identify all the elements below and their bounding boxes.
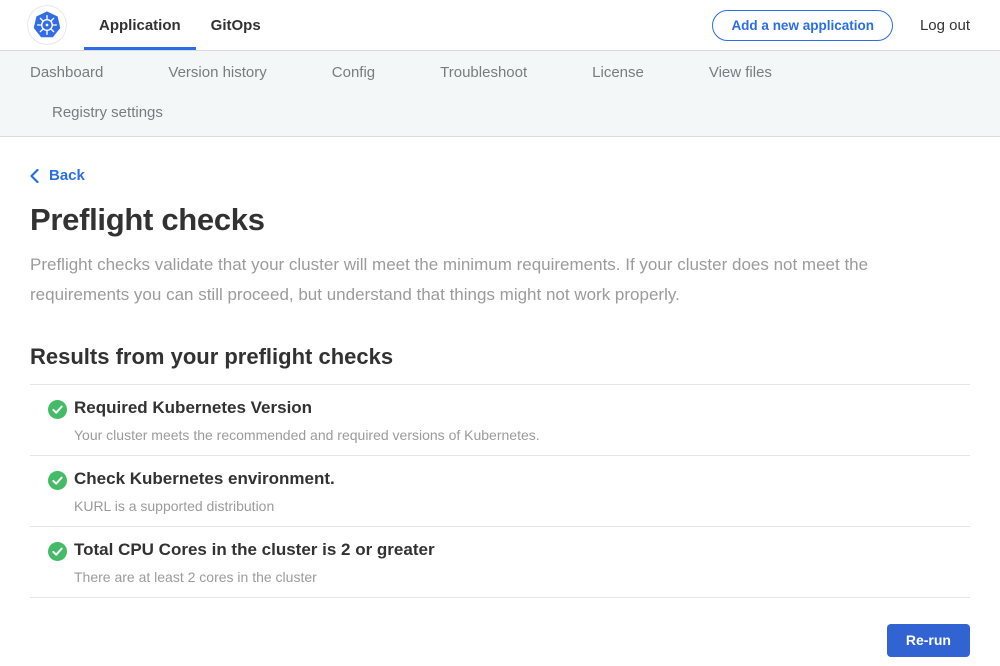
subnav-item-troubleshoot[interactable]: Troubleshoot [440, 63, 527, 83]
check-message: KURL is a supported distribution [74, 498, 335, 514]
page-description: Preflight checks validate that your clus… [30, 250, 970, 310]
subnav-item-dashboard[interactable]: Dashboard [30, 63, 103, 83]
check-circle-icon [48, 542, 67, 561]
page-title: Preflight checks [30, 202, 970, 238]
header-actions: Add a new application Log out [712, 10, 970, 41]
back-link-label: Back [49, 167, 85, 184]
subnav-item-registry-settings[interactable]: Registry settings [52, 103, 163, 123]
check-title: Check Kubernetes environment. [74, 469, 335, 489]
footer-actions: Re-run [30, 624, 970, 657]
top-nav: Application GitOps Add a new application… [0, 0, 1000, 50]
check-item: Required Kubernetes Version Your cluster… [30, 385, 970, 456]
check-title: Total CPU Cores in the cluster is 2 or g… [74, 540, 435, 560]
check-circle-icon [48, 400, 67, 419]
check-text: Total CPU Cores in the cluster is 2 or g… [74, 540, 435, 585]
kubernetes-logo-icon[interactable] [28, 6, 66, 44]
header-tabs: Application GitOps [84, 0, 276, 50]
chevron-left-icon [30, 169, 39, 183]
add-application-button[interactable]: Add a new application [712, 10, 893, 41]
subnav-item-config[interactable]: Config [332, 63, 375, 83]
preflight-check-list: Required Kubernetes Version Your cluster… [30, 384, 970, 598]
results-heading: Results from your preflight checks [30, 344, 970, 370]
check-item: Check Kubernetes environment. KURL is a … [30, 456, 970, 527]
tab-application[interactable]: Application [84, 0, 196, 50]
app-subnav: Dashboard Version history Config Trouble… [0, 50, 1000, 137]
preflight-page: Back Preflight checks Preflight checks v… [0, 137, 1000, 657]
check-text: Check Kubernetes environment. KURL is a … [74, 469, 335, 514]
subnav-item-version-history[interactable]: Version history [168, 63, 266, 83]
back-link[interactable]: Back [30, 167, 85, 184]
check-title: Required Kubernetes Version [74, 398, 540, 418]
check-message: There are at least 2 cores in the cluste… [74, 569, 435, 585]
check-text: Required Kubernetes Version Your cluster… [74, 398, 540, 443]
subnav-item-view-files[interactable]: View files [709, 63, 772, 83]
tab-gitops[interactable]: GitOps [196, 0, 276, 50]
subnav-item-license[interactable]: License [592, 63, 644, 83]
check-message: Your cluster meets the recommended and r… [74, 427, 540, 443]
check-circle-icon [48, 471, 67, 490]
check-item: Total CPU Cores in the cluster is 2 or g… [30, 527, 970, 598]
rerun-button[interactable]: Re-run [887, 624, 970, 657]
logout-button[interactable]: Log out [920, 17, 970, 34]
